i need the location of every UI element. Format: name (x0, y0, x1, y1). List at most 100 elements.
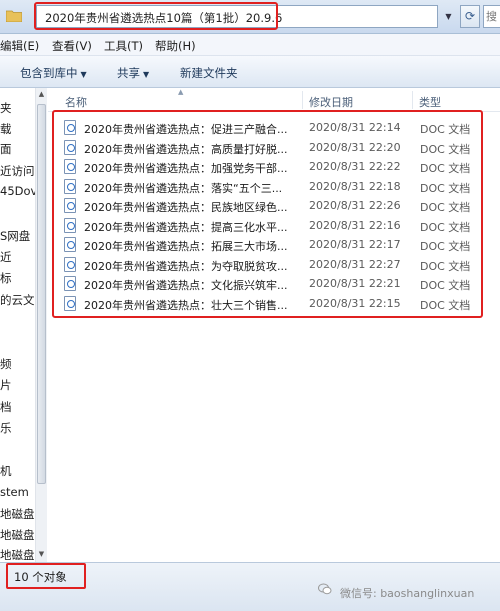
file-name: 2020年贵州省遴选热点：民族地区绿色... (84, 201, 288, 214)
file-name: 2020年贵州省遴选热点：高质量打好脱... (84, 142, 288, 156)
doc-file-icon (64, 139, 76, 155)
command-toolbar: 包含到库中 ▼ 共享 ▼ 新建文件夹 (0, 56, 500, 88)
column-date-header[interactable]: 修改日期 (309, 94, 353, 110)
menu-view[interactable]: 查看(V) (52, 38, 92, 54)
include-in-library-button[interactable]: 包含到库中 ▼ (20, 65, 87, 81)
scroll-up-icon[interactable]: ▲ (36, 90, 47, 100)
column-divider[interactable] (412, 91, 413, 109)
file-row[interactable]: 2020年贵州省遴选热点：壮大三个销售... 2020/8/31 22:15 D… (62, 294, 482, 313)
file-row[interactable]: 2020年贵州省遴选热点：高质量打好脱... 2020/8/31 22:20 D… (62, 138, 482, 157)
nav-item[interactable]: 片 (0, 377, 12, 393)
nav-item[interactable]: 地磁盘 (0, 506, 35, 522)
column-name-header[interactable]: 名称 (65, 94, 87, 110)
doc-file-icon (64, 217, 76, 233)
file-name: 2020年贵州省遴选热点：拓展三大市场... (84, 240, 288, 253)
file-date: 2020/8/31 22:20 (309, 140, 401, 154)
scroll-down-icon[interactable]: ▼ (36, 550, 47, 560)
file-type: DOC 文档 (420, 240, 471, 253)
menu-edit[interactable]: 编辑(E) (0, 38, 39, 54)
file-row[interactable]: 2020年贵州省遴选热点：民族地区绿色... 2020/8/31 22:26 D… (62, 196, 482, 215)
doc-file-icon (64, 295, 76, 311)
item-count: 10 个对象 (14, 570, 67, 584)
wechat-icon (318, 583, 332, 595)
watermark-text: 微信号: baoshanglinxuan (340, 587, 475, 600)
file-row[interactable]: 2020年贵州省遴选热点：拓展三大市场... 2020/8/31 22:17 D… (62, 235, 482, 254)
file-name: 2020年贵州省遴选热点：提高三化水平... (84, 220, 288, 234)
file-type: DOC 文档 (420, 142, 471, 156)
file-type: DOC 文档 (420, 259, 471, 273)
file-row[interactable]: 2020年贵州省遴选热点：提高三化水平... 2020/8/31 22:16 D… (62, 216, 482, 235)
nav-item[interactable]: 的云文 (0, 292, 35, 308)
doc-file-icon (64, 198, 76, 213)
nav-item[interactable]: 面 (0, 141, 12, 157)
file-date: 2020/8/31 22:26 (309, 199, 401, 212)
share-label: 共享 (117, 66, 140, 80)
nav-scrollbar[interactable]: ▲ ▼ (35, 88, 47, 562)
file-row[interactable]: 2020年贵州省遴选热点：文化振兴筑牢... 2020/8/31 22:21 D… (62, 274, 482, 293)
doc-file-icon (64, 120, 76, 135)
address-bar-row: 2020年贵州省遴选热点10篇（第1批）20.9.6 ▼ ⟳ 搜 (0, 0, 500, 34)
file-type: DOC 文档 (420, 220, 471, 234)
menu-tools[interactable]: 工具(T) (104, 38, 143, 54)
file-row[interactable]: 2020年贵州省遴选热点：为夺取脱贫攻... 2020/8/31 22:27 D… (62, 255, 482, 274)
file-date: 2020/8/31 22:21 (309, 277, 401, 290)
nav-item[interactable]: 45Dov (0, 184, 37, 198)
file-date: 2020/8/31 22:16 (309, 218, 401, 232)
file-type: DOC 文档 (420, 162, 471, 175)
file-type: DOC 文档 (420, 279, 471, 292)
file-name: 2020年贵州省遴选热点：促进三产融合... (84, 123, 288, 136)
nav-item[interactable]: 频 (0, 356, 12, 372)
doc-file-icon (64, 159, 76, 174)
file-date: 2020/8/31 22:27 (309, 257, 401, 271)
search-placeholder: 搜 (486, 10, 497, 23)
column-header-row: ▲ 名称 修改日期 类型 (48, 88, 500, 112)
file-name: 2020年贵州省遴选热点：壮大三个销售... (84, 298, 288, 312)
file-date: 2020/8/31 22:17 (309, 238, 401, 251)
file-type: DOC 文档 (420, 201, 471, 214)
file-row[interactable]: 2020年贵州省遴选热点：落实“五个三... 2020/8/31 22:18 D… (62, 177, 482, 196)
file-date: 2020/8/31 22:18 (309, 179, 401, 193)
address-highlight-box (34, 2, 278, 30)
file-row[interactable]: 2020年贵州省遴选热点：促进三产融合... 2020/8/31 22:14 D… (62, 118, 482, 137)
search-input[interactable]: 搜 (483, 5, 500, 28)
file-date: 2020/8/31 22:14 (309, 121, 401, 134)
menu-help[interactable]: 帮助(H) (155, 38, 196, 54)
nav-item[interactable]: 地磁盘 (0, 547, 35, 562)
file-type: DOC 文档 (420, 298, 471, 312)
nav-item[interactable]: 机 (0, 463, 12, 479)
refresh-icon: ⟳ (464, 9, 476, 23)
nav-item[interactable]: 载 (0, 121, 12, 137)
include-in-library-label: 包含到库中 (20, 66, 78, 80)
file-type: DOC 文档 (420, 181, 471, 195)
scrollbar-thumb[interactable] (37, 104, 46, 484)
doc-file-icon (64, 237, 76, 252)
column-type-header[interactable]: 类型 (419, 94, 441, 110)
nav-item[interactable]: 地磁盘 (0, 527, 35, 543)
file-name: 2020年贵州省遴选热点：加强党务干部... (84, 162, 288, 175)
nav-item[interactable]: 乐 (0, 420, 12, 436)
nav-item[interactable]: stem (0, 485, 29, 499)
file-date: 2020/8/31 22:22 (309, 160, 401, 173)
nav-item[interactable]: 近访问 (0, 163, 35, 179)
nav-item[interactable]: S网盘 (0, 228, 30, 244)
file-name: 2020年贵州省遴选热点：为夺取脱贫攻... (84, 259, 288, 273)
nav-item[interactable]: 标 (0, 270, 12, 286)
chevron-down-icon: ▼ (80, 70, 87, 79)
sort-ascending-icon: ▲ (178, 88, 184, 96)
doc-file-icon (64, 256, 76, 272)
nav-item[interactable]: 近 (0, 249, 12, 265)
nav-item[interactable]: 档 (0, 399, 12, 415)
folder-icon (6, 10, 22, 22)
column-divider[interactable] (302, 91, 303, 109)
file-name: 2020年贵州省遴选热点：文化振兴筑牢... (84, 279, 288, 292)
file-list-pane: ▲ 名称 修改日期 类型 2020年贵州省遴选热点：促进三产融合... 2020… (48, 88, 500, 562)
nav-item[interactable]: 夹 (0, 100, 12, 116)
share-button[interactable]: 共享 ▼ (117, 65, 149, 81)
file-type: DOC 文档 (420, 123, 471, 136)
doc-file-icon (64, 178, 76, 194)
address-dropdown-icon[interactable]: ▼ (440, 6, 457, 27)
menu-bar: 编辑(E) 查看(V) 工具(T) 帮助(H) (0, 34, 500, 56)
file-row[interactable]: 2020年贵州省遴选热点：加强党务干部... 2020/8/31 22:22 D… (62, 157, 482, 176)
refresh-button[interactable]: ⟳ (460, 5, 480, 28)
new-folder-button[interactable]: 新建文件夹 (180, 65, 238, 81)
